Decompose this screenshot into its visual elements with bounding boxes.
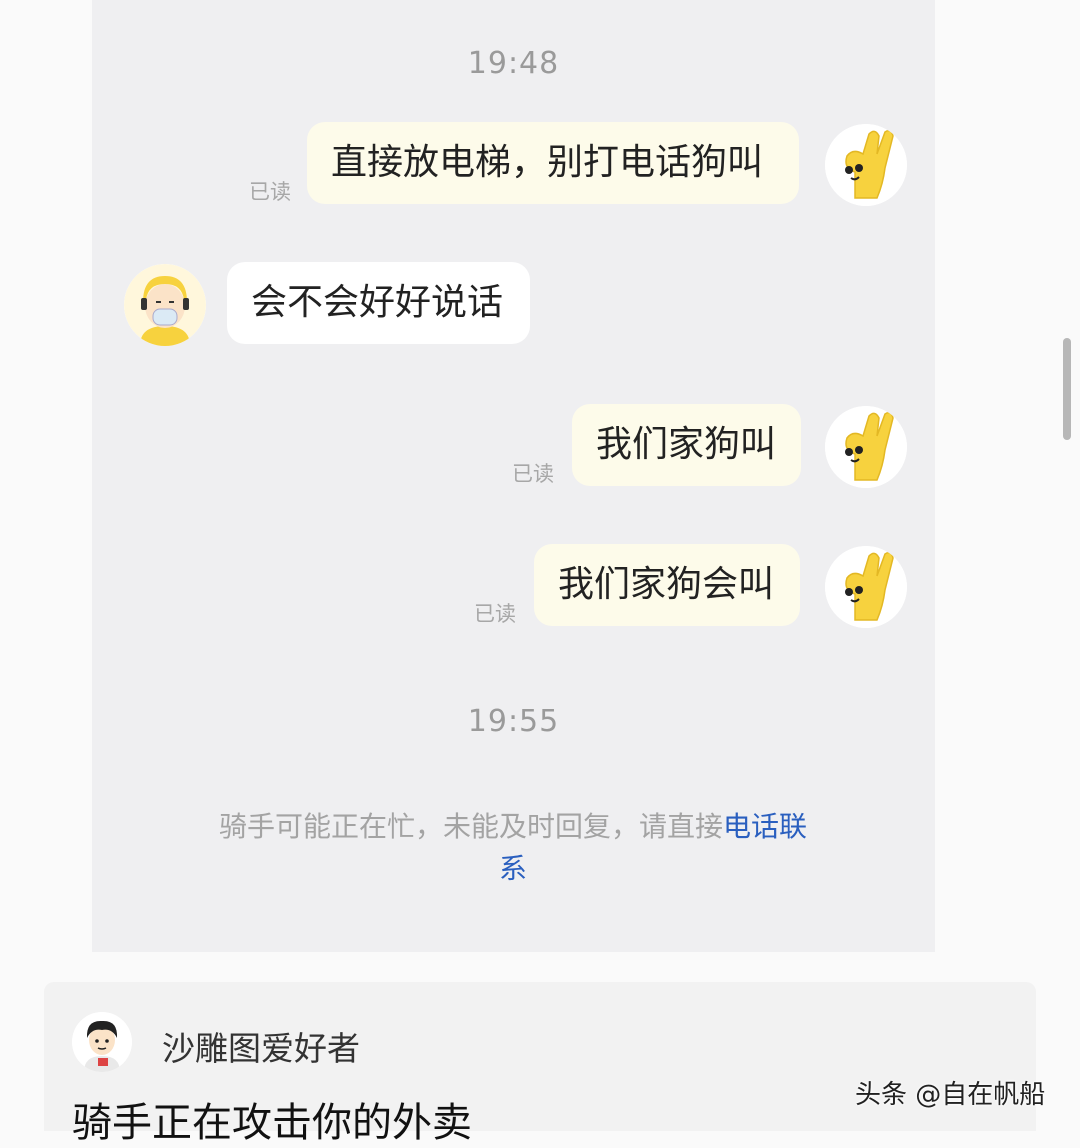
read-receipt: 已读 bbox=[249, 180, 291, 204]
my-message-bubble[interactable]: 直接放电梯，别打电话狗叫 bbox=[307, 122, 799, 204]
scrollbar[interactable] bbox=[1063, 338, 1071, 440]
my-avatar[interactable] bbox=[825, 124, 907, 206]
commenter-username[interactable]: 沙雕图爱好者 bbox=[162, 1022, 360, 1070]
read-receipt: 已读 bbox=[512, 462, 554, 486]
watermark: 头条 @自在帆船 bbox=[855, 1080, 1046, 1110]
yellow-hand-mascot-icon bbox=[825, 124, 907, 206]
my-avatar[interactable] bbox=[825, 546, 907, 628]
system-notice: 骑手可能正在忙，未能及时回复，请直接电话联系 bbox=[207, 806, 819, 890]
yellow-hand-mascot-icon bbox=[825, 406, 907, 488]
my-avatar[interactable] bbox=[825, 406, 907, 488]
my-message-bubble[interactable]: 我们家狗会叫 bbox=[534, 544, 800, 626]
cartoon-boy-avatar-icon bbox=[72, 1012, 132, 1072]
chat-screenshot: 19:48 已读 直接放电梯，别打电话狗叫 会不会好好说话 已读 我们家狗叫 已… bbox=[92, 0, 935, 952]
rider-helmet-mask-icon bbox=[124, 264, 206, 346]
my-message-bubble[interactable]: 我们家狗叫 bbox=[572, 404, 801, 486]
comment-text: 骑手正在攻击你的外卖 bbox=[72, 1100, 472, 1146]
commenter-avatar[interactable] bbox=[72, 1012, 132, 1072]
read-receipt: 已读 bbox=[474, 602, 516, 626]
rider-message-bubble[interactable]: 会不会好好说话 bbox=[227, 262, 530, 344]
timestamp: 19:48 bbox=[467, 46, 560, 81]
notice-text: 骑手可能正在忙，未能及时回复，请直接 bbox=[218, 810, 723, 843]
rider-avatar[interactable] bbox=[124, 264, 206, 346]
timestamp: 19:55 bbox=[467, 704, 560, 739]
yellow-hand-mascot-icon bbox=[825, 546, 907, 628]
